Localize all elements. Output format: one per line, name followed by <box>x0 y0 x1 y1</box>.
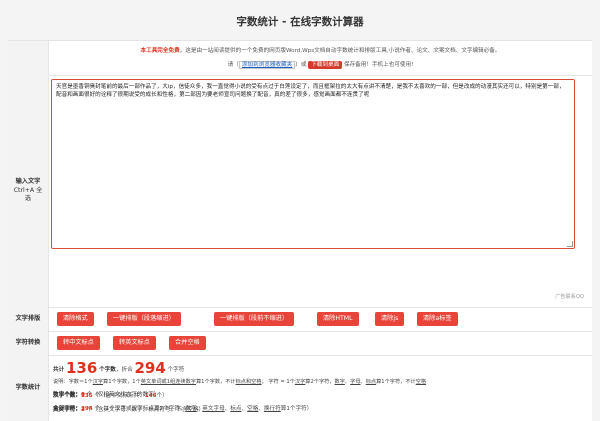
free-highlight: 本工具完全免费 <box>140 48 180 54</box>
merge-spaces-button[interactable]: 合并空格 <box>169 336 206 350</box>
download-desktop-button[interactable]: 下载到桌面 <box>308 61 343 69</box>
format-label: 文字排版 <box>8 307 49 331</box>
resize-handle[interactable] <box>567 241 573 247</box>
auto-format-no-indent-button[interactable]: 一键排版（段前不缩进） <box>214 312 295 326</box>
notice-line1: 本工具完全免费，这是由一站阅读提供的一个免费的网页版Word,Wps文档自动字数… <box>140 48 501 54</box>
convert-row: 字符转换 转中文标点 转英文标点 合并空格 <box>8 331 592 356</box>
tool-table: 本工具完全免费，这是由一站阅读提供的一个免费的网页版Word,Wps文档自动字数… <box>8 40 592 421</box>
notice-label-cell <box>8 41 49 75</box>
format-row: 文字排版 清除格式 一键排版（段落缩进） 一键排版（段前不缩进） 清除HTML … <box>8 307 592 332</box>
auto-format-indent-button[interactable]: 一键排版（段落缩进） <box>107 312 181 326</box>
add-favorite-link[interactable]: 添加到浏览器收藏夹 <box>238 61 296 69</box>
total-word-count: 136 <box>65 359 98 377</box>
clear-js-button[interactable]: 清除js <box>375 312 405 326</box>
all-char-line: 全部字符：294 个（1个汉字或汉字标点算2个字符，数字、英文字母、标点、空格、… <box>53 406 313 412</box>
convert-label: 字符转换 <box>8 331 49 355</box>
stats-explanation: 说明：字数＝1个汉字算1个字数，1个英文单词或1组连续数字算1个字数，不计标点和… <box>53 379 427 385</box>
clear-a-tag-button[interactable]: 清除a标签 <box>417 312 458 326</box>
stats-label: 字数统计 <box>8 355 49 421</box>
to-chinese-punct-button[interactable]: 转中文标点 <box>57 336 100 350</box>
total-summary: 共计 136 个字数，折合 294 个字符 <box>53 359 185 377</box>
clear-format-button[interactable]: 清除格式 <box>57 312 94 326</box>
to-english-punct-button[interactable]: 转英文标点 <box>113 336 156 350</box>
digit-count-line: 数字个数：0 个（仅指英文状态下的数字） <box>53 392 160 398</box>
all-char-count: 294 <box>80 406 93 412</box>
input-row: 输入文字 Ctrl+A 全 选 天官是墨香铜臭封笔前的最后一部作品了，大ip，信… <box>8 75 592 308</box>
digit-count: 0 <box>80 392 85 398</box>
page-title: 字数统计 - 在线字数计算器 <box>236 16 364 28</box>
input-label: 输入文字 Ctrl+A 全 选 <box>8 75 49 307</box>
notice-row: 本工具完全免费，这是由一站阅读提供的一个免费的网页版Word,Wps文档自动字数… <box>8 41 592 76</box>
clear-html-button[interactable]: 清除HTML <box>317 312 359 326</box>
text-input-area[interactable]: 天官是墨香铜臭封笔前的最后一部作品了，大ip，信徒众多，我一直觉得小说的受有点过… <box>51 79 575 249</box>
total-char-count: 294 <box>134 359 166 377</box>
notice-line2: 请（ 添加到浏览器收藏夹 ）或 下载到桌面 保存备用！手机上也可使用! <box>227 61 414 69</box>
ad-contact-note: 广告联系QQ <box>555 294 584 300</box>
